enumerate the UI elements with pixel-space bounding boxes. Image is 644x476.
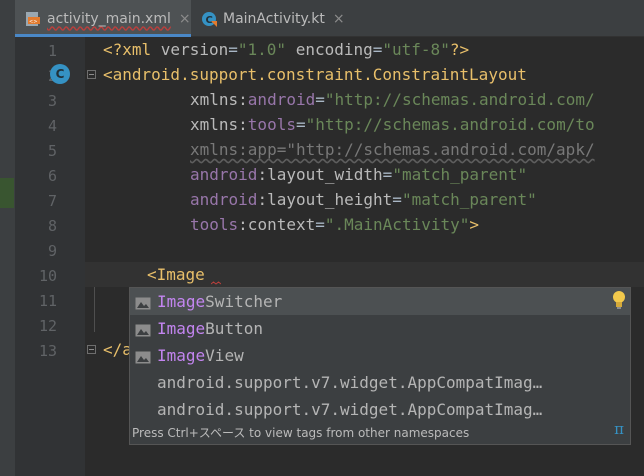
- left-tool-strip: [0, 0, 15, 476]
- line-number: 7: [47, 192, 57, 210]
- pi-icon[interactable]: π: [614, 420, 624, 438]
- fold-toggle-icon[interactable]: [87, 345, 96, 354]
- svg-text:<>: <>: [29, 19, 37, 25]
- tab-activity-main-xml[interactable]: <> activity_main.xml ×: [15, 0, 191, 37]
- tab-main-activity-kt[interactable]: C MainActivity.kt ×: [191, 0, 363, 37]
- line-number: 5: [47, 142, 57, 160]
- line-number: 9: [47, 242, 57, 260]
- code-line-13: </a: [103, 340, 132, 359]
- line-number: 8: [47, 217, 57, 235]
- line-number: 12: [38, 317, 57, 335]
- completion-item[interactable]: android.support.v7.widget.AppCompatImag…: [130, 396, 630, 423]
- line-number: 13: [38, 342, 57, 360]
- code-line-2: <android.support.constraint.ConstraintLa…: [103, 65, 527, 84]
- line-number: 11: [38, 292, 57, 310]
- fold-toggle-icon[interactable]: [87, 70, 96, 79]
- completion-item[interactable]: Image View: [130, 342, 630, 369]
- close-tab-icon[interactable]: ×: [333, 11, 345, 27]
- line-number: 3: [47, 92, 57, 110]
- change-marker: [0, 178, 14, 208]
- close-tab-icon[interactable]: ×: [179, 11, 191, 27]
- image-icon: [135, 295, 151, 310]
- image-icon: [135, 322, 151, 337]
- lightbulb-icon[interactable]: [612, 290, 626, 310]
- code-line-4: xmlns:tools="http://schemas.android.com/…: [190, 115, 595, 134]
- related-class-gutter-icon[interactable]: C: [50, 64, 70, 84]
- line-number-gutter: 1 2 3 4 5 6 7 8 9 10 11 12 13: [15, 37, 85, 476]
- code-line-7: android:layout_height="match_parent": [190, 190, 537, 209]
- line-number: 10: [38, 267, 57, 285]
- line-number: 1: [47, 42, 57, 60]
- line-number: 6: [47, 167, 57, 185]
- completion-item[interactable]: Image Button: [130, 315, 630, 342]
- svg-text:C: C: [206, 15, 213, 26]
- tab-label: activity_main.xml: [47, 10, 171, 27]
- code-line-10: <Image: [147, 265, 205, 284]
- xml-file-icon: <>: [25, 11, 41, 27]
- tab-label: MainActivity.kt: [223, 10, 325, 27]
- code-line-6: android:layout_width="match_parent": [190, 165, 528, 184]
- editor-tab-bar: <> activity_main.xml × C MainActivity.kt…: [15, 0, 644, 37]
- completion-popup[interactable]: Image Switcher Image Button Image View andr…: [129, 287, 631, 445]
- kotlin-class-icon: C: [201, 11, 217, 27]
- completion-hint: Press Ctrl+スペース to view tags from other …: [132, 425, 470, 440]
- completion-item[interactable]: Image Switcher: [130, 288, 630, 315]
- completion-item[interactable]: android.support.v7.widget.AppCompatImag…: [130, 369, 630, 396]
- code-line-3: xmlns:android="http://schemas.android.co…: [190, 90, 595, 109]
- error-squiggle: [211, 281, 221, 285]
- code-line-1: <?xml version="1.0" encoding="utf-8"?>: [103, 40, 470, 59]
- image-icon: [135, 349, 151, 364]
- code-line-8: tools:context=".MainActivity">: [190, 215, 480, 234]
- line-number: 4: [47, 117, 57, 135]
- code-line-5: xmlns:app="http://schemas.android.com/ap…: [190, 140, 595, 159]
